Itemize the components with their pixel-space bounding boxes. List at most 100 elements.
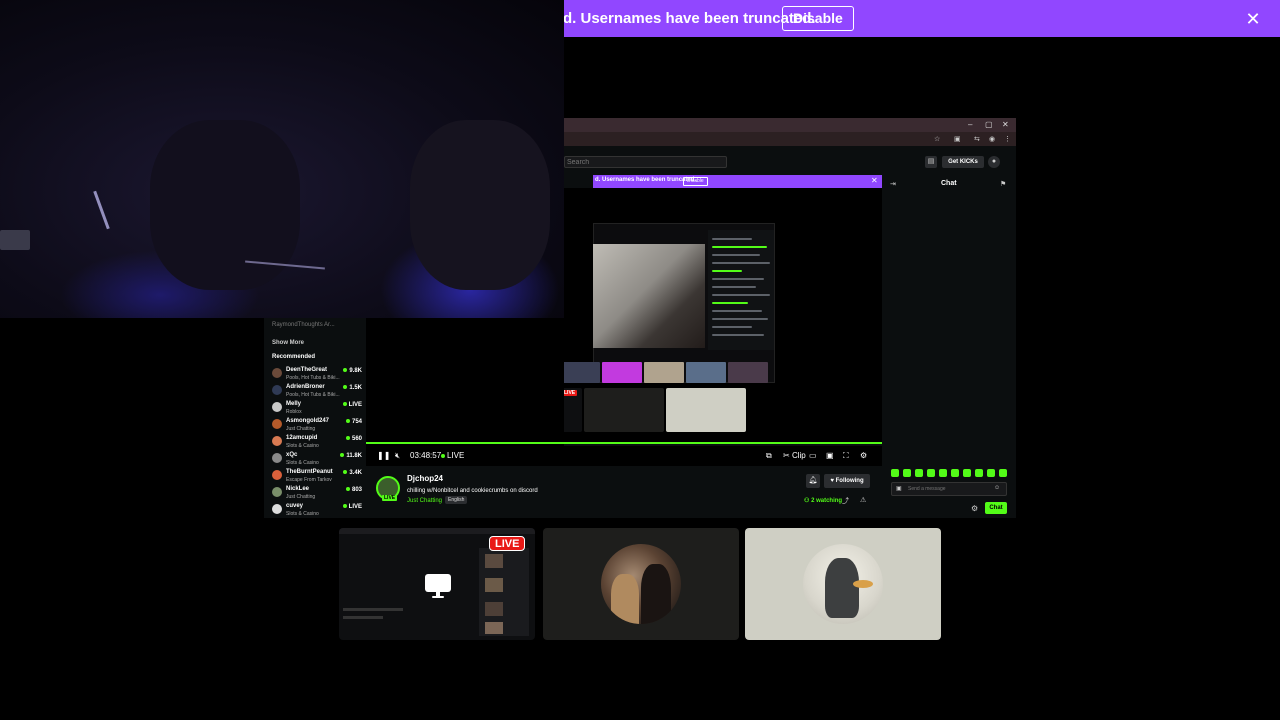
sidebar-item[interactable]: Asmongold247 Just Chatting 754: [272, 417, 362, 434]
extension-icon[interactable]: ▣: [954, 135, 961, 143]
user-avatar[interactable]: ●: [988, 156, 1000, 168]
nested-stream-video: [593, 244, 705, 348]
channel-category: Slots & Casino: [286, 443, 319, 449]
inner-thumb-2[interactable]: [584, 388, 664, 432]
collapse-chat-icon[interactable]: ⇥: [890, 180, 896, 188]
stream-thumbnail[interactable]: [745, 528, 941, 640]
sidebar-top-item[interactable]: RaymondThoughts Ar...: [272, 322, 335, 328]
share-icon[interactable]: ⤴: [842, 496, 849, 506]
close-icon[interactable]: ✕: [1243, 9, 1263, 29]
channel-name: cuvey: [286, 503, 304, 509]
emote-icon[interactable]: [975, 469, 983, 477]
sidebar-item[interactable]: Melly Roblox LIVE: [272, 400, 362, 417]
emote-icon[interactable]: [927, 469, 935, 477]
avatar: [272, 402, 282, 412]
bookmark-star-icon[interactable]: ☆: [934, 135, 940, 143]
following-button[interactable]: ♥ Following: [824, 474, 870, 488]
fullscreen-icon[interactable]: ⛶: [843, 451, 849, 461]
stream-thumbnail[interactable]: LIVE: [339, 528, 535, 640]
inner-disable-button[interactable]: Disable: [683, 177, 708, 186]
webcam-overlay: [0, 0, 564, 318]
sidebar-item[interactable]: xQc Slots & Casino 11.8K: [272, 451, 362, 468]
viewer-count: LIVE: [342, 402, 362, 408]
mute-icon[interactable]: 🔇︎: [395, 451, 400, 461]
maximize-icon[interactable]: ▢: [985, 120, 993, 129]
report-icon[interactable]: ⚠: [860, 496, 866, 504]
channel-name[interactable]: Djchop24: [407, 474, 443, 483]
inner-close-icon[interactable]: ✕: [871, 176, 878, 185]
theater-icon[interactable]: ▭: [809, 451, 817, 460]
emote-icon[interactable]: [987, 469, 995, 477]
channel-category: Slots & Casino: [286, 460, 319, 466]
viewer-count: 11.8K: [340, 453, 362, 459]
sidebar-item[interactable]: TheBurntPeanut Escape From Tarkov 3.4K: [272, 468, 362, 485]
sidebar-item[interactable]: NickLee Just Chatting 803: [272, 485, 362, 502]
show-more-link[interactable]: Show More: [272, 340, 304, 346]
sidebar-item[interactable]: 12amcupid Slots & Casino 560: [272, 434, 362, 451]
settings-gear-icon[interactable]: ⚙: [860, 451, 867, 460]
streamer-avatar: [601, 544, 681, 624]
channel-category: Pools, Hot Tubs & Biki...: [286, 392, 340, 398]
stream-thumbnail[interactable]: [543, 528, 739, 640]
video-progress-bar[interactable]: [366, 442, 882, 444]
viewer-count: 1.5K: [343, 385, 362, 391]
send-chat-button[interactable]: Chat: [985, 502, 1007, 514]
channel-live-badge: LIVE: [382, 495, 398, 501]
chat-users-icon[interactable]: ⚑: [1000, 180, 1006, 188]
viewer-count: ⚇ 2 watching: [804, 498, 843, 504]
channel-name: Melly: [286, 401, 302, 407]
emote-icon[interactable]: [951, 469, 959, 477]
sidebar: RaymondThoughts Ar... Show More Recommen…: [264, 318, 366, 518]
channel-category: Roblox: [286, 409, 302, 415]
recommended-heading: Recommended: [272, 354, 316, 360]
inner-truncation-banner: d. Usernames have been truncated. Disabl…: [593, 175, 882, 188]
inner-banner-text: d. Usernames have been truncated.: [595, 177, 697, 183]
window-close-icon[interactable]: ✕: [1002, 120, 1009, 129]
emote-icon[interactable]: [891, 469, 899, 477]
wallet-icon[interactable]: ▤: [925, 156, 937, 168]
live-indicator: LIVE: [441, 451, 464, 460]
emote-icon[interactable]: [963, 469, 971, 477]
clip-button[interactable]: ✂ Clip: [783, 451, 806, 460]
inner-thumb-3[interactable]: [666, 388, 746, 432]
chat-input-icon: ▣: [896, 486, 902, 492]
channel-name: AdrienBroner: [286, 384, 325, 390]
disable-button[interactable]: Disable: [782, 6, 854, 31]
sync-icon[interactable]: ⇆: [974, 135, 980, 143]
notification-bell-icon[interactable]: 🔔︎: [806, 474, 820, 488]
emoji-picker-icon[interactable]: ☺: [994, 485, 1000, 491]
minimize-icon[interactable]: –: [968, 120, 972, 129]
stream-category[interactable]: Just Chatting: [407, 498, 442, 504]
channel-category: Escape From Tarkov: [286, 477, 332, 483]
chat-settings-gear-icon[interactable]: ⚙: [971, 504, 978, 513]
inner-thumb-1[interactable]: LIVE: [564, 388, 582, 432]
channel-category: Just Chatting: [286, 494, 316, 500]
channel-name: NickLee: [286, 486, 310, 492]
sidebar-item[interactable]: DeenTheGreat Pools, Hot Tubs & Biki... 9…: [272, 366, 362, 383]
pause-icon[interactable]: ❚❚: [377, 451, 390, 460]
menu-icon[interactable]: ⋮: [1004, 135, 1011, 143]
screen: d. Usernames have been truncated. Disabl…: [0, 0, 1280, 720]
banner-text: d. Usernames have been truncated.: [563, 10, 816, 27]
profile-icon[interactable]: ◉: [989, 135, 995, 143]
channel-info-bar: LIVE Djchop24 chilling w/Nonbitcel and c…: [366, 466, 882, 518]
emote-icon[interactable]: [939, 469, 947, 477]
sidebar-item[interactable]: AdrienBroner Pools, Hot Tubs & Biki... 1…: [272, 383, 362, 400]
emote-icon[interactable]: [903, 469, 911, 477]
search-input[interactable]: [564, 156, 727, 168]
popout-icon[interactable]: ⧉: [766, 451, 772, 461]
sidebar-item[interactable]: cuvey Slots & Casino LIVE: [272, 502, 362, 519]
viewer-count: 560: [345, 436, 362, 442]
pip-icon[interactable]: ▣: [826, 451, 834, 460]
channel-category: Pools, Hot Tubs & Biki...: [286, 375, 340, 381]
emote-icon[interactable]: [999, 469, 1007, 477]
chat-panel: ⇥ Chat ⚑ ▣ ☺ ⚙ Chat: [882, 174, 1016, 518]
chat-message-input[interactable]: [891, 482, 1007, 496]
avatar: [272, 368, 282, 378]
get-kicks-button[interactable]: Get KICKs: [942, 156, 984, 168]
inner-live-badge: LIVE: [564, 390, 578, 396]
channel-category: Just Chatting: [286, 426, 316, 432]
live-badge: LIVE: [489, 536, 526, 551]
channel-category: Slots & Casino: [286, 511, 319, 517]
emote-icon[interactable]: [915, 469, 923, 477]
